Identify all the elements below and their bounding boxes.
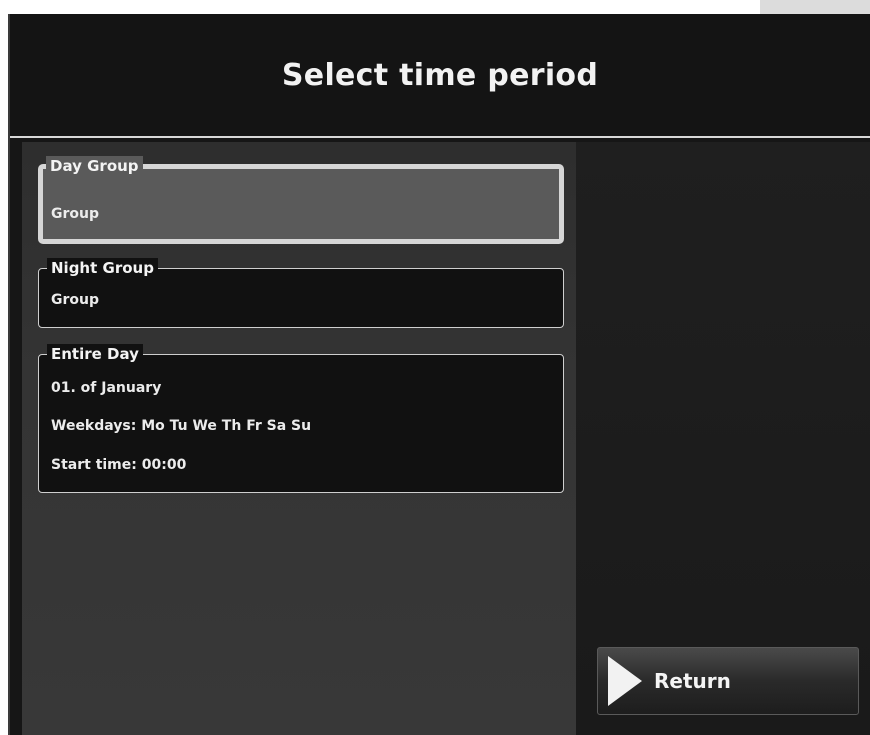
time-period-item-day-group[interactable]: Day Group Group [38,156,564,244]
page-title: Select time period [281,57,599,93]
return-button-label: Return [654,669,731,693]
time-period-name: Night Group [47,258,158,278]
time-period-item-night-group[interactable]: Night Group Group [38,258,564,328]
title-bar: Select time period [10,14,870,138]
app-window: Select time period Day Group Group Night… [0,0,870,735]
play-arrow-icon [608,656,642,706]
main-frame: Select time period Day Group Group Night… [8,14,870,735]
time-period-date: 01. of January [51,380,162,396]
time-period-detail: Group [51,292,100,308]
time-period-list: Day Group Group Night Group Group Entire… [22,142,576,735]
time-period-detail: Group [51,206,100,222]
time-period-item-entire-day[interactable]: Entire Day 01. of January Weekdays: Mo T… [38,344,564,493]
time-period-weekdays: Weekdays: Mo Tu We Th Fr Sa Su [51,418,312,434]
time-period-name: Entire Day [47,344,143,364]
time-period-start-time: Start time: 00:00 [51,457,187,473]
top-strip [760,0,870,14]
time-period-name: Day Group [46,156,143,176]
return-button[interactable]: Return [597,647,859,715]
